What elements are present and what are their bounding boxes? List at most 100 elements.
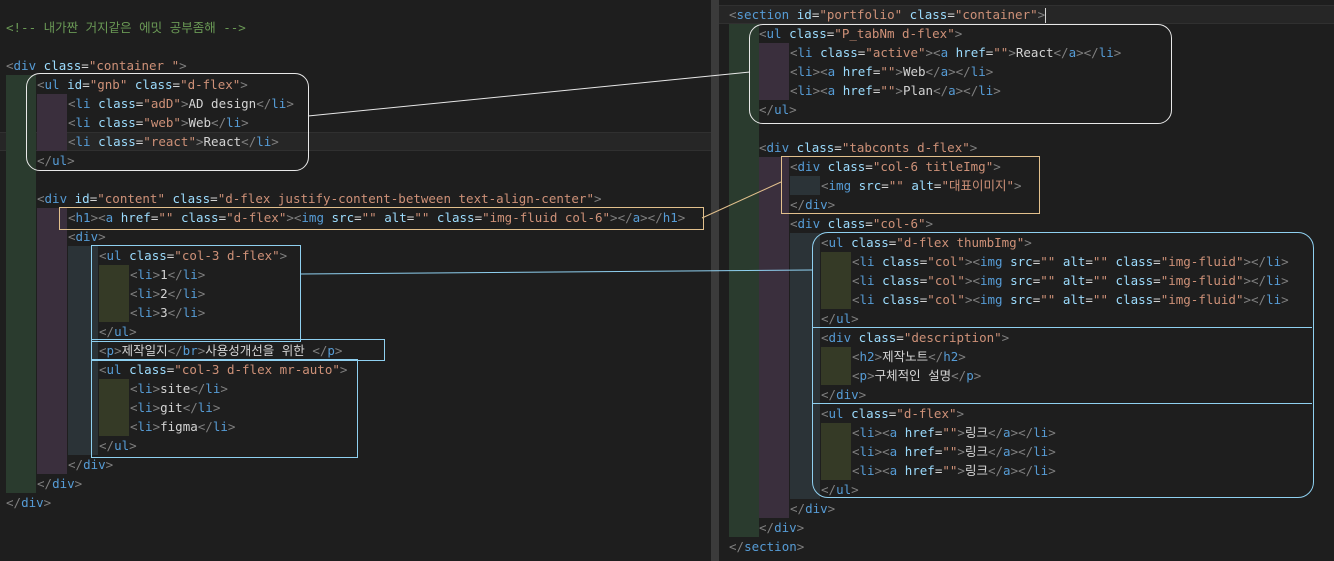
code-line[interactable]: <h2>제작노트</h2> — [719, 347, 1334, 366]
attr-value: d-flex — [187, 77, 233, 92]
attr-value: col-3 d-flex — [181, 248, 273, 263]
code-line[interactable]: <div class="col-6 titleImg"> — [719, 157, 1334, 176]
code-line[interactable]: </div> — [719, 499, 1334, 518]
code-line[interactable]: <li>2</li> — [0, 284, 711, 303]
code-line[interactable]: </ul> — [0, 436, 711, 455]
attr-value: description — [911, 330, 995, 345]
attr-value: web — [150, 115, 174, 130]
p-text: 사용성개선을 위한 — [205, 343, 313, 358]
attr-value: col — [934, 292, 958, 307]
attr-value: d-flex thumbImg — [903, 235, 1017, 250]
code-line[interactable]: </ul> — [719, 100, 1334, 119]
link-text: 링크 — [964, 444, 988, 459]
attr-value: gnb — [97, 77, 120, 92]
attr-value: 대표이미지 — [948, 178, 1007, 193]
code-line[interactable]: </div> — [0, 455, 711, 474]
link-text: 링크 — [964, 425, 988, 440]
code-line[interactable]: </div> — [0, 474, 711, 493]
attr-value: portfolio — [826, 7, 895, 22]
editor-split-divider[interactable] — [711, 0, 719, 561]
code-line[interactable]: <li class="react">React</li> — [0, 132, 711, 151]
li-text: Web — [188, 115, 212, 130]
attr-value: P_tabNm d-flex — [841, 26, 948, 41]
p-text: 구체적인 설명 — [874, 368, 952, 383]
code-line[interactable]: <div class="tabconts d-flex"> — [719, 138, 1334, 157]
code-line[interactable]: <div> — [0, 227, 711, 246]
attr-value: react — [150, 134, 189, 149]
attr-value: img-fluid — [1168, 292, 1236, 307]
code-line[interactable]: <li>site</li> — [0, 379, 711, 398]
attr-value: container — [962, 7, 1031, 22]
li-text: figma — [160, 419, 198, 434]
code-line[interactable]: </div> — [719, 195, 1334, 214]
attr-value: col-3 d-flex mr-auto — [181, 362, 333, 377]
attr-value: d-flex — [233, 210, 279, 225]
code-line[interactable]: </div> — [719, 518, 1334, 537]
code-line[interactable]: </ul> — [0, 151, 711, 170]
code-line[interactable]: <li><a href="">링크</a></li> — [719, 461, 1334, 480]
attr-value: col — [934, 273, 958, 288]
code-line[interactable]: </div> — [0, 493, 711, 512]
code-line[interactable]: <ul class="col-3 d-flex"> — [0, 246, 711, 265]
code-line[interactable]: <ul class="d-flex"> — [719, 404, 1334, 423]
code-line[interactable]: <li class="web">Web</li> — [0, 113, 711, 132]
attr-value: col-6 — [880, 216, 918, 231]
code-line[interactable]: <li class="col"><img src="" alt="" class… — [719, 271, 1334, 290]
code-line[interactable]: <ul class="col-3 d-flex mr-auto"> — [0, 360, 711, 379]
attr-value: d-flex — [903, 406, 949, 421]
code-line[interactable]: <p>제작일지</br>사용성개선을 위한 </p> — [0, 341, 711, 360]
code-line[interactable]: </ul> — [0, 322, 711, 341]
code-line[interactable]: <li>figma</li> — [0, 417, 711, 436]
li-text: AD design — [188, 96, 257, 111]
code-line[interactable]: <li>3</li> — [0, 303, 711, 322]
html-comment: <!-- 내가짠 거지같은 에밋 공부좀해 --> — [6, 20, 246, 35]
code-line[interactable] — [719, 119, 1334, 138]
left-editor-pane[interactable]: <!-- 내가짠 거지같은 에밋 공부좀해 --> <div class="co… — [0, 0, 711, 561]
code-line[interactable]: <div class="description"> — [719, 328, 1334, 347]
code-line[interactable]: </section> — [719, 537, 1334, 556]
code-line[interactable]: <li><a href="">링크</a></li> — [719, 423, 1334, 442]
code-line[interactable]: <li class="col"><img src="" alt="" class… — [719, 290, 1334, 309]
code-line[interactable]: <h1><a href="" class="d-flex"><img src="… — [0, 208, 711, 227]
right-editor-pane[interactable]: <section id="portfolio" class="container… — [719, 0, 1334, 561]
code-line[interactable]: <p>구체적인 설명</p> — [719, 366, 1334, 385]
code-line[interactable]: <div class="container "> — [0, 56, 711, 75]
code-line[interactable]: <li>git</li> — [0, 398, 711, 417]
h2-text: 제작노트 — [882, 349, 929, 364]
attr-value: active — [872, 45, 918, 60]
code-line[interactable]: <li class="active"><a href="">React</a><… — [719, 43, 1334, 62]
code-line[interactable]: <li>1</li> — [0, 265, 711, 284]
code-line[interactable]: <section id="portfolio" class="container… — [719, 5, 1334, 24]
li-text: 2 — [160, 286, 168, 301]
code-line[interactable] — [0, 170, 711, 189]
li-text: React — [203, 134, 242, 149]
p-text: 제작일지 — [121, 343, 168, 358]
li-text: git — [160, 400, 183, 415]
tab-text: Web — [902, 64, 926, 79]
code-line[interactable]: <ul class="P_tabNm d-flex"> — [719, 24, 1334, 43]
attr-value: img-fluid col-6 — [489, 210, 603, 225]
attr-value: img-fluid — [1168, 254, 1236, 269]
attr-value: col — [934, 254, 958, 269]
code-line[interactable]: <div class="col-6"> — [719, 214, 1334, 233]
li-text: 1 — [160, 267, 168, 282]
code-line[interactable]: <li class="adD">AD design</li> — [0, 94, 711, 113]
code-line[interactable]: <li class="col"><img src="" alt="" class… — [719, 252, 1334, 271]
code-line[interactable]: <div id="content" class="d-flex justify-… — [0, 189, 711, 208]
attr-value: img-fluid — [1168, 273, 1236, 288]
code-line[interactable]: <!-- 내가짠 거지같은 에밋 공부좀해 --> — [0, 18, 711, 37]
code-line[interactable]: <img src="" alt="대표이미지"> — [719, 176, 1334, 195]
text-cursor — [1045, 8, 1047, 23]
code-line[interactable]: <ul class="d-flex thumbImg"> — [719, 233, 1334, 252]
code-line[interactable]: </div> — [719, 385, 1334, 404]
code-line[interactable]: <li><a href="">Plan</a></li> — [719, 81, 1334, 100]
code-line[interactable]: <li><a href="">링크</a></li> — [719, 442, 1334, 461]
code-line[interactable]: </ul> — [719, 309, 1334, 328]
code-line[interactable]: </ul> — [719, 480, 1334, 499]
attr-value: d-flex justify-content-between text-alig… — [225, 191, 587, 206]
code-line[interactable]: <li><a href="">Web</a></li> — [719, 62, 1334, 81]
code-line[interactable]: <ul id="gnb" class="d-flex"> — [0, 75, 711, 94]
li-text: site — [160, 381, 191, 396]
li-text: 3 — [160, 305, 168, 320]
attr-value: tabconts d-flex — [849, 140, 963, 155]
